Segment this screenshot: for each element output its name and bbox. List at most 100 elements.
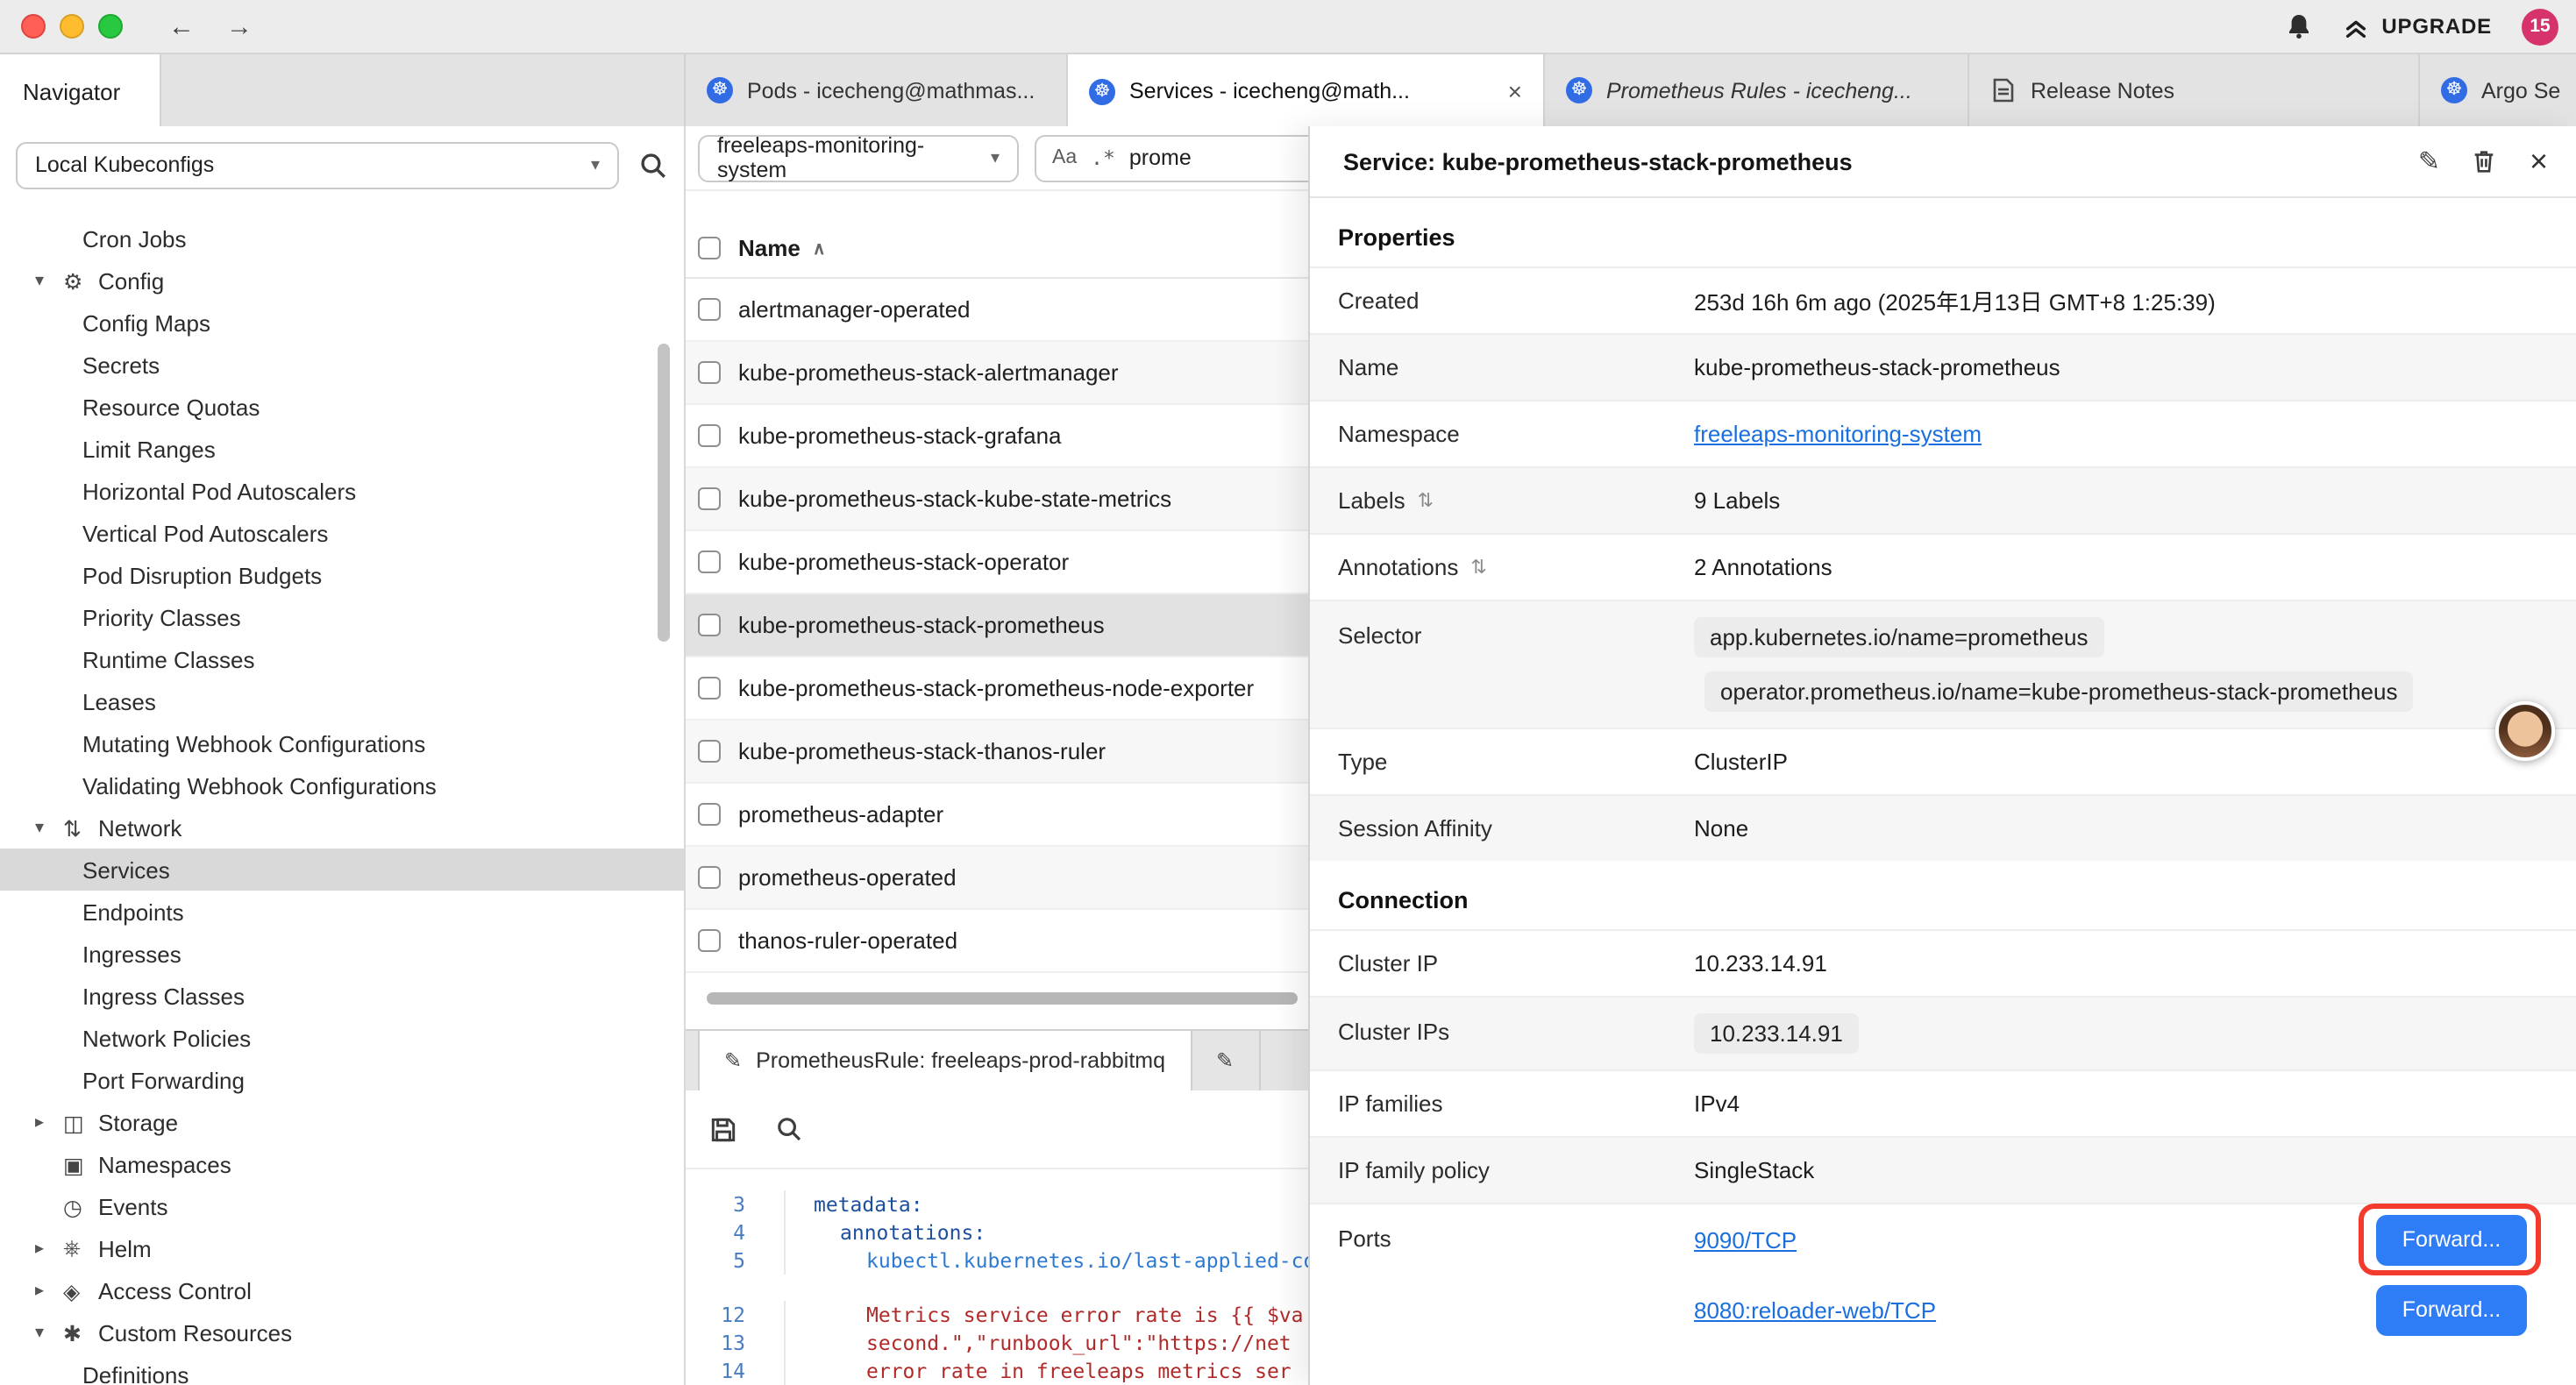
- line-number: 12: [686, 1301, 745, 1329]
- row-checkbox[interactable]: [698, 487, 721, 510]
- avatar[interactable]: [2495, 701, 2555, 761]
- back-button[interactable]: ←: [168, 13, 195, 39]
- sidebar-item-leases[interactable]: Leases: [0, 680, 684, 722]
- tab-services-icecheng-math[interactable]: ☸Services - icecheng@math...×: [1068, 54, 1545, 128]
- sidebar-item-limit-ranges[interactable]: Limit Ranges: [0, 428, 684, 470]
- tab-release-notes[interactable]: Release Notes: [1969, 54, 2420, 126]
- tab-argo-se[interactable]: ☸Argo Se: [2420, 54, 2576, 126]
- port-link[interactable]: 8080:reloader-web/TCP: [1694, 1296, 1936, 1323]
- sidebar-item-events[interactable]: ◷Events: [0, 1185, 684, 1227]
- search-query[interactable]: prome: [1129, 146, 1192, 170]
- row-checkbox[interactable]: [698, 803, 721, 826]
- row-checkbox[interactable]: [698, 677, 721, 700]
- storage-icon: ◫: [63, 1109, 98, 1135]
- tab-pods-icecheng-mathmas[interactable]: ☸Pods - icecheng@mathmas...: [686, 54, 1068, 126]
- minimize-window-button[interactable]: [60, 14, 84, 39]
- namespace-link[interactable]: freeleaps-monitoring-system: [1694, 421, 1982, 447]
- sidebar-item-config[interactable]: ▾⚙Config: [0, 259, 684, 302]
- sidebar-item-mutating-webhook-configurations[interactable]: Mutating Webhook Configurations: [0, 722, 684, 764]
- tab-prometheus-rules-icecheng[interactable]: ☸Prometheus Rules - icecheng...: [1545, 54, 1969, 126]
- edit-icon[interactable]: ✎: [2418, 148, 2440, 174]
- forward-button[interactable]: Forward...: [2376, 1214, 2527, 1265]
- delete-icon[interactable]: [2472, 147, 2498, 175]
- sidebar-item-access-control[interactable]: ▸◈Access Control: [0, 1269, 684, 1311]
- editor-search-icon[interactable]: [775, 1115, 803, 1143]
- chevron-right-icon[interactable]: ▸: [35, 1281, 63, 1300]
- column-header-name[interactable]: Name: [738, 235, 801, 261]
- port-link[interactable]: 9090/TCP: [1694, 1226, 1797, 1253]
- tab-navigator[interactable]: Navigator: [0, 54, 161, 128]
- sidebar-item-label: Definitions: [82, 1361, 189, 1385]
- sidebar-item-resource-quotas[interactable]: Resource Quotas: [0, 386, 684, 428]
- notifications-bell-icon[interactable]: [2285, 12, 2313, 40]
- regex-toggle[interactable]: .*: [1091, 146, 1115, 170]
- row-label: Cluster IP: [1310, 950, 1694, 977]
- row-checkbox[interactable]: [698, 424, 721, 447]
- row-checkbox[interactable]: [698, 298, 721, 321]
- sidebar-item-definitions[interactable]: Definitions: [0, 1353, 684, 1385]
- sidebar-item-config-maps[interactable]: Config Maps: [0, 302, 684, 344]
- chevron-down-icon[interactable]: ▾: [35, 271, 63, 290]
- close-icon[interactable]: ×: [2530, 146, 2548, 177]
- sidebar-item-vertical-pod-autoscalers[interactable]: Vertical Pod Autoscalers: [0, 512, 684, 554]
- value-text: IPv4: [1694, 1090, 1740, 1117]
- sidebar-item-secrets[interactable]: Secrets: [0, 344, 684, 386]
- row-checkbox[interactable]: [698, 614, 721, 636]
- sidebar-item-cron-jobs[interactable]: Cron Jobs: [0, 217, 684, 259]
- sidebar-item-network[interactable]: ▾⇅Network: [0, 806, 684, 849]
- forward-button[interactable]: Forward...: [2376, 1284, 2527, 1335]
- editor-tab-secondary[interactable]: ✎: [1192, 1031, 1260, 1090]
- chevron-down-icon[interactable]: ▾: [35, 818, 63, 837]
- sidebar-item-ingress-classes[interactable]: Ingress Classes: [0, 975, 684, 1017]
- sidebar-item-custom-resources[interactable]: ▾✱Custom Resources: [0, 1311, 684, 1353]
- horizontal-scrollbar[interactable]: [707, 992, 1298, 1005]
- sort-toggle-icon[interactable]: ⇅: [1470, 556, 1486, 579]
- row-checkbox[interactable]: [698, 929, 721, 952]
- sidebar-item-runtime-classes[interactable]: Runtime Classes: [0, 638, 684, 680]
- sidebar-item-namespaces[interactable]: ▣Namespaces: [0, 1143, 684, 1185]
- sort-ascending-icon[interactable]: ∧: [813, 240, 826, 261]
- close-window-button[interactable]: [21, 14, 46, 39]
- sidebar-item-horizontal-pod-autoscalers[interactable]: Horizontal Pod Autoscalers: [0, 470, 684, 512]
- sidebar-item-label: Mutating Webhook Configurations: [82, 730, 425, 756]
- row-checkbox[interactable]: [698, 361, 721, 384]
- sidebar-item-pod-disruption-budgets[interactable]: Pod Disruption Budgets: [0, 554, 684, 596]
- tab-strip-spacer: [161, 54, 686, 126]
- sidebar-item-services[interactable]: Services: [0, 849, 684, 891]
- row-label: Labels⇅: [1310, 487, 1694, 514]
- row-checkbox[interactable]: [698, 550, 721, 573]
- row-label: Namespace: [1310, 421, 1694, 447]
- notification-count-badge[interactable]: 15: [2522, 8, 2558, 45]
- editor-tab-prometheusrule[interactable]: ✎ PrometheusRule: freeleaps-prod-rabbitm…: [698, 1031, 1192, 1090]
- chevron-right-icon[interactable]: ▸: [35, 1112, 63, 1132]
- row-label: Session Affinity: [1310, 815, 1694, 842]
- sidebar-item-network-policies[interactable]: Network Policies: [0, 1017, 684, 1059]
- save-icon[interactable]: [708, 1114, 738, 1144]
- sidebar-item-helm[interactable]: ▸⎈Helm: [0, 1227, 684, 1269]
- row-value: kube-prometheus-stack-prometheus: [1694, 354, 2576, 380]
- kubeconfig-dropdown[interactable]: Local Kubeconfigs ▾: [16, 141, 619, 188]
- sort-toggle-icon[interactable]: ⇅: [1418, 489, 1434, 512]
- row-checkbox[interactable]: [698, 740, 721, 763]
- sidebar-item-label: Namespaces: [98, 1151, 231, 1177]
- sidebar-item-storage[interactable]: ▸◫Storage: [0, 1101, 684, 1143]
- chevron-down-icon[interactable]: ▾: [35, 1323, 63, 1342]
- sidebar-item-validating-webhook-configurations[interactable]: Validating Webhook Configurations: [0, 764, 684, 806]
- select-all-checkbox[interactable]: [698, 237, 721, 259]
- chevron-right-icon[interactable]: ▸: [35, 1239, 63, 1258]
- match-case-toggle[interactable]: Aa: [1052, 147, 1077, 168]
- namespace-dropdown[interactable]: freeleaps-monitoring-system ▾: [698, 134, 1019, 181]
- sidebar-scrollbar[interactable]: [658, 344, 670, 642]
- sidebar-item-endpoints[interactable]: Endpoints: [0, 891, 684, 933]
- detail-row-name: Namekube-prometheus-stack-prometheus: [1310, 333, 2576, 400]
- maximize-window-button[interactable]: [98, 14, 123, 39]
- sidebar-item-port-forwarding[interactable]: Port Forwarding: [0, 1059, 684, 1101]
- row-label: Type: [1310, 749, 1694, 775]
- row-checkbox[interactable]: [698, 866, 721, 889]
- close-icon[interactable]: ×: [1491, 77, 1522, 105]
- sidebar-item-ingresses[interactable]: Ingresses: [0, 933, 684, 975]
- upgrade-button[interactable]: UPGRADE: [2343, 13, 2492, 39]
- forward-button[interactable]: →: [226, 13, 253, 39]
- search-button[interactable]: [638, 150, 668, 180]
- sidebar-item-priority-classes[interactable]: Priority Classes: [0, 596, 684, 638]
